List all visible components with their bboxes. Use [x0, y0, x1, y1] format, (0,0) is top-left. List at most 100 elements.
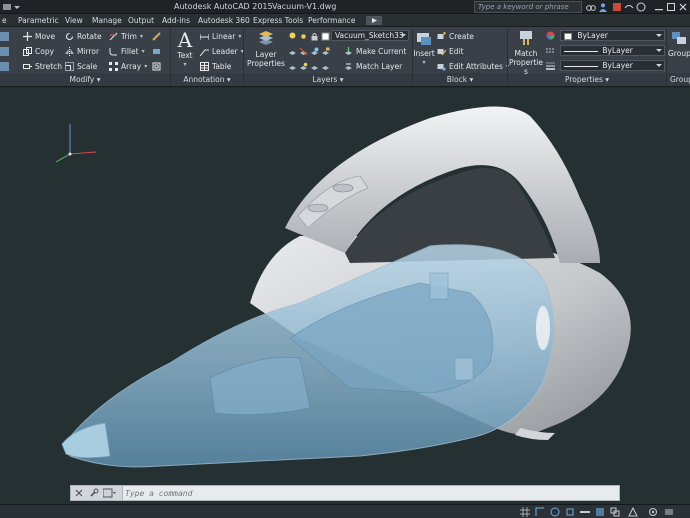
vacuum-model[interactable] [0, 88, 690, 518]
linetype-icon[interactable] [546, 46, 555, 55]
erase-button[interactable] [152, 30, 161, 42]
array-button[interactable]: Array ▾ [109, 60, 147, 72]
binoculars-icon[interactable] [586, 2, 596, 12]
layer-isolate-icon[interactable] [288, 47, 297, 56]
layer-thaw-icon[interactable] [310, 62, 319, 71]
layer-lock-icon[interactable] [321, 47, 330, 56]
lock-icon[interactable] [310, 32, 319, 41]
make-current-button[interactable]: Make Current [344, 45, 406, 57]
lineweight-toggle-icon[interactable] [580, 507, 590, 517]
offset-icon [152, 62, 161, 70]
layer-unlock-icon[interactable] [321, 62, 330, 71]
color-swatch-icon[interactable] [321, 32, 330, 41]
tab-partial[interactable]: e [0, 15, 9, 26]
osnap-icon[interactable] [565, 507, 575, 517]
partial-left-icon[interactable] [0, 30, 9, 42]
grid-icon[interactable] [520, 507, 530, 517]
tab-manage[interactable]: Manage [90, 15, 124, 26]
quick-access-icon[interactable] [2, 2, 12, 12]
command-input[interactable] [125, 487, 615, 499]
command-history-icon[interactable] [103, 488, 117, 498]
linetype-dropdown[interactable]: ByLayer [560, 45, 665, 56]
tab-performance[interactable]: Performance [306, 15, 358, 26]
match-layer-icon [345, 63, 352, 70]
layer-state-icons [288, 30, 330, 42]
layer-unisolate-icon[interactable] [288, 62, 297, 71]
layer-properties-label: Layer Properties [247, 50, 285, 68]
dropdown-icon[interactable] [12, 2, 22, 12]
tab-view[interactable]: View [63, 15, 85, 26]
close-icon[interactable] [75, 489, 83, 497]
layer-on-icon[interactable] [299, 62, 308, 71]
group-button[interactable]: Group [668, 29, 690, 58]
workspace-icon[interactable] [648, 507, 658, 517]
rotate-button[interactable]: Rotate [65, 30, 102, 42]
exchange-icon[interactable] [612, 2, 622, 12]
customization-icon[interactable] [664, 507, 674, 517]
lineweight-icon[interactable] [546, 61, 555, 70]
lineweight-dropdown[interactable]: ByLayer [560, 60, 665, 71]
layer-off-icon[interactable] [299, 47, 308, 56]
bulb-icon[interactable] [288, 32, 297, 41]
edit-attributes-button[interactable]: Edit Attributes ▾ [437, 60, 509, 72]
partial-left-icon[interactable] [0, 60, 9, 72]
color-wheel-icon[interactable] [546, 31, 555, 40]
move-button[interactable]: Move [23, 30, 55, 42]
tab-parametric[interactable]: Parametric [16, 15, 61, 26]
drawing-viewport[interactable] [0, 88, 690, 518]
help-icon[interactable] [636, 2, 646, 12]
layer-dropdown[interactable]: Vacuum_Sketch33 [331, 30, 409, 41]
annotation-panel-title[interactable]: Annotation ▾ [171, 74, 243, 86]
ribbon: Move Rotate Trim ▾ Copy Mirror Fillet ▾ [0, 27, 690, 87]
trim-button[interactable]: Trim ▾ [109, 30, 143, 42]
insert-label: Insert [413, 49, 435, 58]
maximize-icon[interactable] [666, 2, 676, 12]
offset-button[interactable] [152, 60, 161, 72]
tab-add-ins[interactable]: Add-ins [160, 15, 192, 26]
match-layer-button[interactable]: Match Layer [344, 60, 402, 72]
polar-icon[interactable] [550, 507, 560, 517]
ortho-icon[interactable] [535, 507, 545, 517]
block-panel-title[interactable]: Block ▾ [413, 74, 507, 86]
tab-express-tools[interactable]: Express Tools [251, 15, 305, 26]
modify-panel-title[interactable]: Modify ▾ [0, 74, 170, 86]
tab-autodesk-360[interactable]: Autodesk 360 [196, 15, 252, 26]
transparency-icon[interactable] [595, 507, 605, 517]
leader-button[interactable]: Leader ▾ [200, 45, 244, 57]
video-icon[interactable] [366, 16, 382, 25]
tab-output[interactable]: Output [126, 15, 156, 26]
title-bar: Autodesk AutoCAD 2015 Vacuum-V1.dwg Type… [0, 0, 690, 14]
array-label: Array [121, 61, 142, 71]
layers-panel-title[interactable]: Layers ▾ [244, 74, 412, 86]
partial-left-icon[interactable] [0, 45, 9, 57]
close-icon[interactable] [678, 2, 688, 12]
table-button[interactable]: Table [200, 60, 231, 72]
edit-block-button[interactable]: Edit [437, 45, 464, 57]
create-block-button[interactable]: Create [437, 30, 474, 42]
minimize-icon[interactable] [654, 2, 664, 12]
annotation-scale-icon[interactable] [628, 507, 638, 517]
layer-properties-button[interactable]: Layer Properties [246, 30, 286, 68]
layer-freeze-icon[interactable] [310, 47, 319, 56]
fillet-button[interactable]: Fillet ▾ [109, 45, 145, 57]
stretch-button[interactable]: Stretch [23, 60, 62, 72]
search-box[interactable]: Type a keyword or phrase [474, 1, 582, 13]
linear-dimension-button[interactable]: Linear ▾ [200, 30, 241, 42]
insert-button[interactable]: Insert ▾ [413, 29, 435, 67]
trim-label: Trim [121, 31, 137, 41]
match-properties-button[interactable]: Match Properties [509, 29, 543, 76]
autodesk-360-icon[interactable] [624, 2, 634, 12]
scale-button[interactable]: Scale [65, 60, 97, 72]
wrench-icon[interactable] [89, 488, 99, 498]
copy-button[interactable]: Copy [23, 45, 54, 57]
user-icon[interactable] [598, 2, 608, 12]
sun-icon[interactable] [299, 32, 308, 41]
text-button[interactable]: A Text ▾ [173, 29, 197, 69]
groups-panel-title[interactable]: Group [667, 74, 690, 86]
mirror-button[interactable]: Mirror [65, 45, 99, 57]
command-line-tools [71, 486, 123, 500]
selection-cycling-icon[interactable] [610, 507, 620, 517]
explode-button[interactable] [152, 45, 161, 57]
properties-panel-title[interactable]: Properties ▾ [508, 74, 666, 86]
color-dropdown[interactable]: ByLayer [560, 30, 665, 41]
